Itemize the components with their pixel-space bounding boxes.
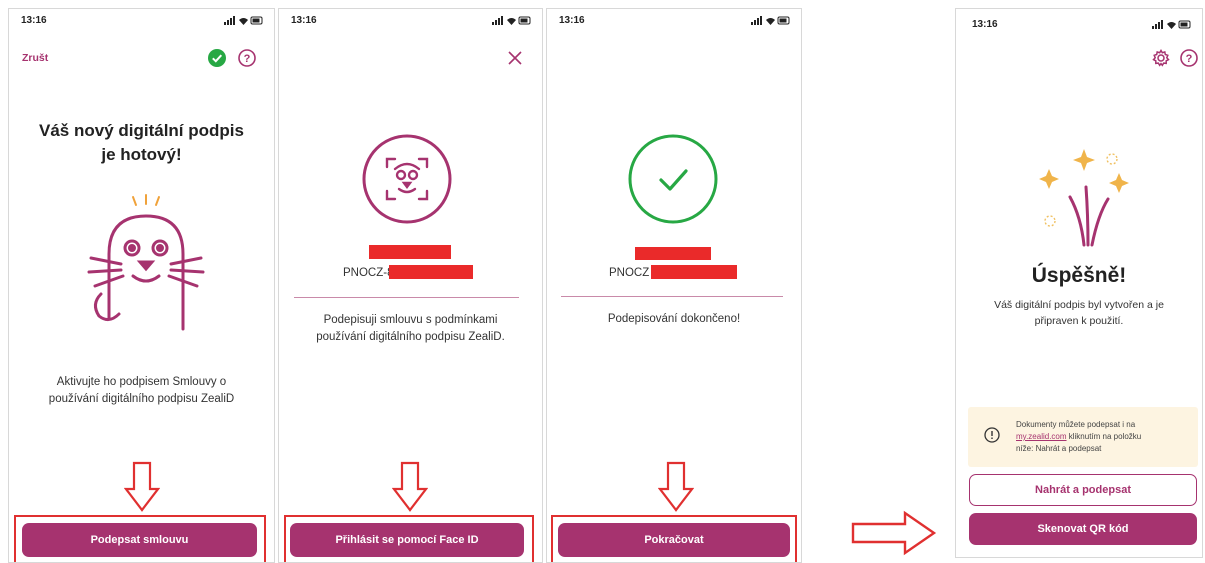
status-icons [751, 16, 790, 25]
status-time: 13:16 [21, 15, 47, 26]
status-icons [1152, 20, 1191, 29]
status-bar: 13:16 [547, 9, 801, 31]
page-title: Váš nový digitální podpis je hotový! [9, 119, 274, 167]
svg-text:?: ? [244, 53, 251, 65]
status-time: 13:16 [972, 19, 998, 30]
body-line-2: připraven k použití. [1034, 315, 1124, 327]
status-time: 13:16 [559, 15, 585, 26]
status-icons [224, 16, 263, 25]
info-icon [984, 427, 1000, 443]
redacted-name [635, 247, 711, 260]
svg-text:?: ? [1186, 53, 1193, 65]
status-bar: 13:16 [9, 9, 274, 31]
tip-text: Dokumenty můžete podepsat i na my.zealid… [1016, 419, 1191, 455]
tip-line-3: níže: Nahrát a podepsat [1016, 444, 1102, 453]
personal-number-label: PNOCZ [609, 267, 650, 279]
seal-mascot-illustration [87, 194, 205, 331]
annotation-arrow-right-icon [851, 510, 937, 556]
screen-signature-ready: 13:16 Zrušt ? Váš nový digitální podpis … [8, 8, 275, 563]
status-bar: 13:16 [279, 9, 542, 31]
upload-and-sign-button[interactable]: Nahrát a podepsat [969, 474, 1197, 506]
scan-qr-code-button[interactable]: Skenovat QR kód [969, 513, 1197, 545]
personal-number-label: PNOCZ-8 [343, 267, 394, 279]
body-line-1: Podepisuji smlouvu s podmínkami [323, 314, 498, 326]
consent-text: Podepisuji smlouvu s podmínkami používán… [279, 312, 542, 346]
title-line-2: je hotový! [101, 145, 182, 164]
redacted-personal-number [389, 265, 473, 279]
continue-button[interactable]: Pokračovat [558, 523, 790, 557]
title-line-1: Váš nový digitální podpis [39, 121, 244, 140]
annotation-arrow-down-icon [658, 461, 694, 512]
help-icon[interactable]: ? [1180, 49, 1198, 67]
body-line-2: používání digitálního podpisu ZealiD. [316, 331, 505, 343]
tip-line-1: Dokumenty můžete podepsat i na [1016, 420, 1136, 429]
check-circle-icon [208, 49, 226, 67]
settings-icon[interactable] [1152, 49, 1170, 67]
annotation-arrow-down-icon [124, 461, 160, 512]
tip-line-2-rest: kliknutím na položku [1066, 432, 1142, 441]
body-line-1: Váš digitální podpis byl vytvořen a je [994, 299, 1164, 311]
close-icon[interactable] [508, 51, 522, 65]
screen-signing-complete: 13:16 PNOCZ Podepisování dokončeno! Pokr… [546, 8, 802, 563]
face-id-login-button[interactable]: Přihlásit se pomocí Face ID [290, 523, 524, 557]
body-line-1: Aktivujte ho podpisem Smlouvy o [56, 376, 227, 388]
signing-complete-text: Podepisování dokončeno! [607, 313, 741, 325]
divider [561, 296, 783, 297]
annotation-arrow-down-icon [392, 461, 428, 512]
status-icons [492, 16, 531, 25]
success-title: Úspěšně! [1031, 264, 1127, 287]
success-check-icon [628, 134, 718, 224]
redacted-name [369, 245, 451, 259]
status-time: 13:16 [291, 15, 317, 26]
status-bar: 13:16 [956, 9, 1202, 31]
success-message: Váš digitální podpis byl vytvořen a je p… [956, 297, 1202, 329]
sign-contract-button[interactable]: Podepsat smlouvu [22, 523, 257, 557]
divider [294, 297, 519, 298]
activation-text: Aktivujte ho podpisem Smlouvy o používán… [9, 374, 274, 408]
zealid-link[interactable]: my.zealid.com [1016, 432, 1067, 441]
fireworks-illustration [1039, 149, 1129, 247]
info-tip-box: Dokumenty můžete podepsat i na my.zealid… [968, 407, 1198, 467]
redacted-personal-number [651, 265, 737, 279]
tip-line-2: my.zealid.com kliknutím na položku [1016, 431, 1191, 443]
cancel-link[interactable]: Zrušt [22, 52, 48, 64]
face-id-icon [362, 134, 452, 224]
body-line-2: používání digitálního podpisu ZealiD [48, 393, 235, 405]
help-icon[interactable]: ? [238, 49, 256, 67]
screen-face-id-signing: 13:16 PNOCZ-8 Podepisuji smlouvu s podmí… [278, 8, 543, 563]
screen-success: 13:16 ? Úspěšně! Váš digitální podpis by… [955, 8, 1203, 558]
